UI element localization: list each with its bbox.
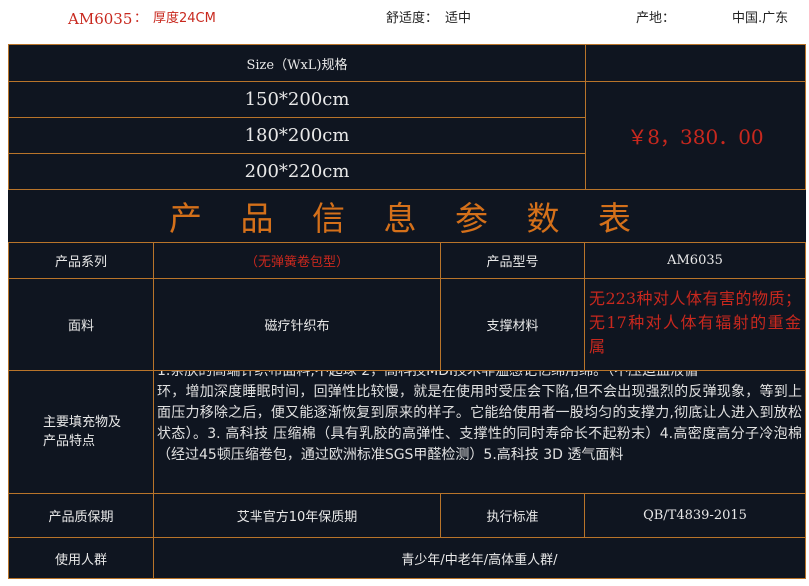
header-thickness: 厚度24CM [153,11,216,26]
size-table-header-blank [586,45,806,82]
size-table: Size（WxL)规格 150*200cm 180*200cm 200*220c… [8,44,806,190]
fabric-label: 面料 [9,279,154,371]
warranty-value: 艾芈官方10年保质期 [154,494,441,538]
fill-top-line: 1.亲肤的高端针织布面料,不起球 2，高科技MDI技术非温感记忆绵用绵。（不压迫… [157,371,699,379]
info-title-band: 产 品 信 息 参 数 表 [8,190,806,242]
header-origin-label: 产地： [636,11,676,26]
support-label: 支撑材料 [441,279,585,371]
model-label: 产品型号 [441,243,585,279]
users-value: 青少年/中老年/高体重人群/ [154,538,806,579]
info-table: 产品系列 （无弹簧卷包型） 产品型号 AM6035 面料 磁疗针织布 支撑材料 … [8,242,806,579]
standard-value: QB/T4839-2015 [585,494,806,538]
price: ￥8，380．00 [586,82,806,190]
size-table-header: Size（WxL)规格 [9,45,586,82]
header-comfort-value: 适中 [445,11,472,26]
info-title: 产 品 信 息 参 数 表 [169,199,645,238]
support-cell: 无223种对人体有害的物质；无17种对人体有辐射的重金属 [585,279,806,371]
standard-label: 执行标准 [441,494,585,538]
warranty-label: 产品质保期 [9,494,154,538]
series-value: （无弹簧卷包型） [154,243,441,279]
fabric-value: 磁疗针织布 [154,279,441,371]
fill-label: 主要填充物及产品特点 [9,371,154,494]
size-row-150: 150*200cm [9,82,586,118]
fill-description: 环，增加深度睡眠时间，回弹性比较慢，就是在使用时受压会下陷,但不会出现强烈的反弹… [157,384,802,463]
fill-cell: 1.亲肤的高端针织布面料,不起球 2，高科技MDI技术非温感记忆绵用绵。（不压迫… [154,371,806,494]
header-thickness-prefix: ： [134,11,148,26]
support-value: 无223种对人体有害的物质；无17种对人体有辐射的重金属 [589,289,801,356]
header-origin-value: 中国.广东 [732,11,789,26]
model-value: AM6035 [585,243,806,279]
size-row-200: 200*220cm [9,154,586,190]
users-label: 使用人群 [9,538,154,579]
header-model: AM6035 [68,10,133,28]
size-row-180: 180*200cm [9,118,586,154]
series-label: 产品系列 [9,243,154,279]
header-comfort-label: 舒适度： [386,11,439,26]
